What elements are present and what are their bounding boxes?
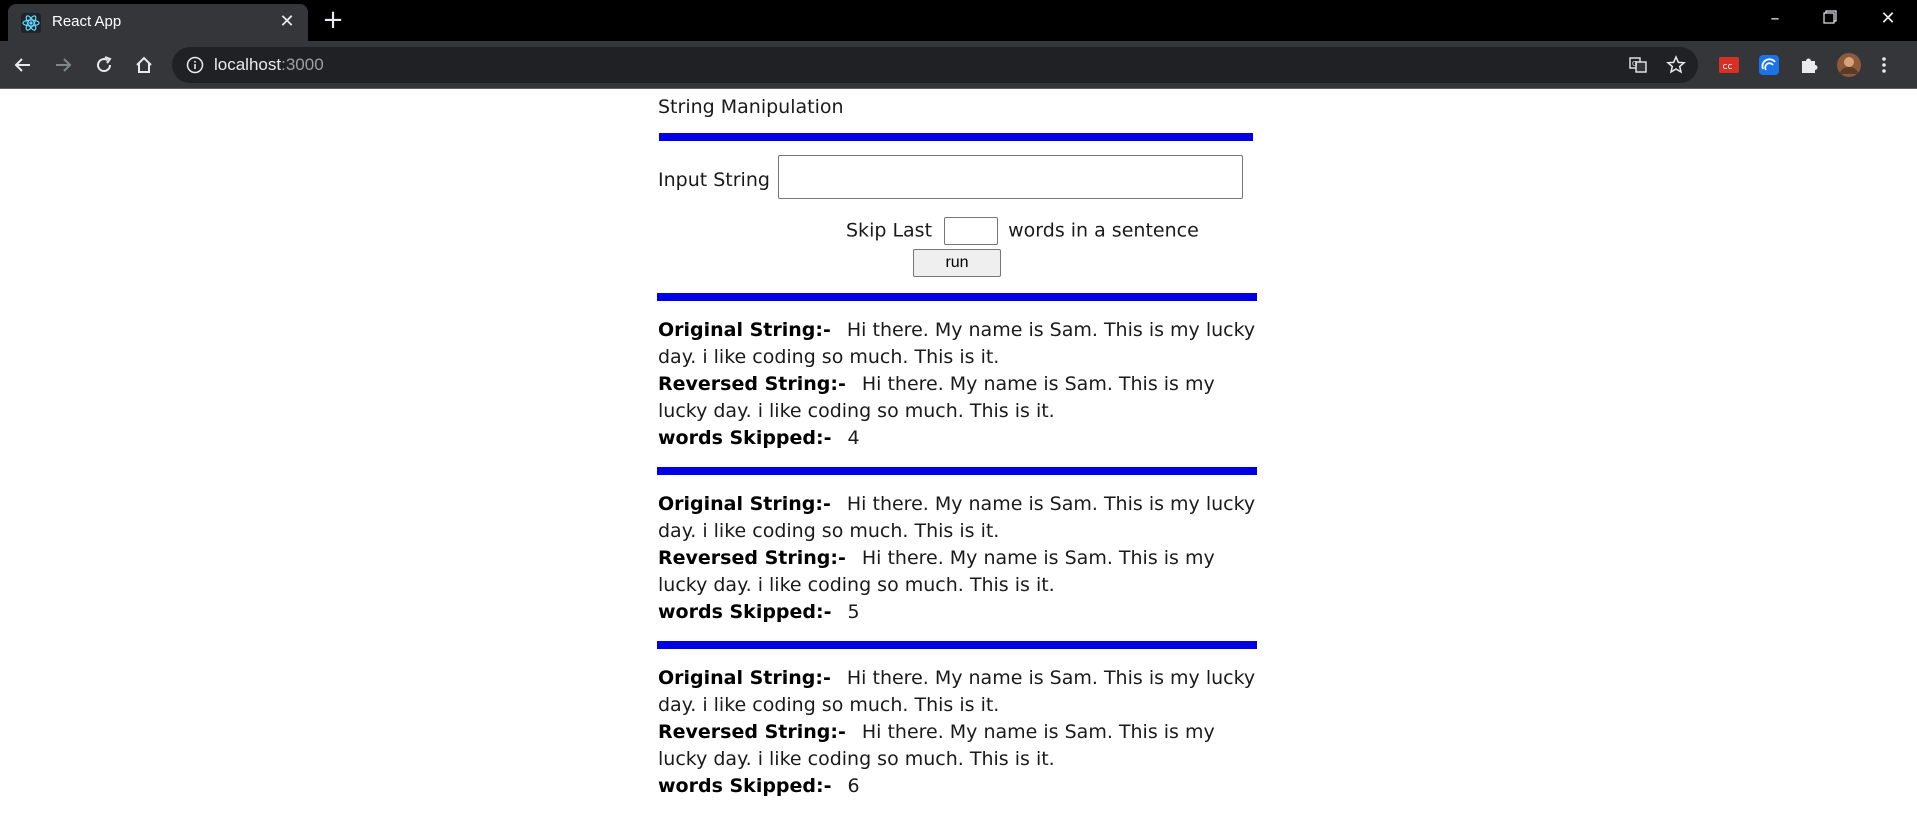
new-tab-icon[interactable]: +: [322, 7, 344, 33]
skip-row: Skip Last words in a sentence: [846, 217, 1199, 245]
skip-last-label: Skip Last: [846, 219, 933, 242]
result-block: Original String:- Hi there. My name is Sa…: [658, 665, 1258, 800]
result-block: Original String:- Hi there. My name is Sa…: [658, 317, 1258, 452]
close-window-icon[interactable]: ✕: [1875, 6, 1901, 32]
react-logo-icon: [21, 13, 41, 33]
original-string-row: Original String:- Hi there. My name is Sa…: [658, 319, 1256, 368]
input-string-label: Input String: [658, 169, 770, 191]
words-skipped-row: words Skipped:- 4: [658, 427, 860, 449]
tab-title: React App: [52, 13, 122, 30]
svg-text:G: G: [1632, 60, 1637, 68]
browser-menu-icon[interactable]: [1878, 52, 1890, 78]
bookmark-star-icon[interactable]: [1666, 55, 1686, 75]
run-button[interactable]: run: [913, 249, 1001, 277]
extensions-puzzle-icon[interactable]: [1796, 52, 1822, 78]
site-info-icon[interactable]: [186, 56, 204, 74]
page-title: String Manipulation: [658, 96, 844, 118]
divider-results: [657, 293, 1257, 301]
extension-wave-icon[interactable]: [1756, 52, 1782, 78]
back-icon[interactable]: [10, 52, 36, 78]
original-string-row: Original String:- Hi there. My name is Sa…: [658, 667, 1256, 716]
address-bar[interactable]: localhost:3000 G: [172, 47, 1698, 83]
reversed-string-row: Reversed String:- Hi there. My name is Sa…: [658, 721, 1215, 770]
divider-result-2: [657, 641, 1257, 649]
browser-tab-bar: React App ✕ + – ✕: [0, 0, 1917, 41]
skip-count-input[interactable]: [944, 217, 999, 245]
skip-suffix-label: words in a sentence: [1008, 219, 1199, 242]
browser-tab[interactable]: React App ✕: [8, 4, 308, 41]
minimize-icon[interactable]: –: [1762, 6, 1788, 32]
divider-result-1: [657, 467, 1257, 475]
original-string-row: Original String:- Hi there. My name is Sa…: [658, 493, 1256, 542]
tab-close-icon[interactable]: ✕: [278, 13, 296, 31]
result-block: Original String:- Hi there. My name is Sa…: [658, 491, 1258, 626]
reversed-string-row: Reversed String:- Hi there. My name is Sa…: [658, 547, 1215, 596]
profile-avatar[interactable]: [1836, 52, 1862, 78]
divider-top: [659, 133, 1253, 141]
reversed-string-row: Reversed String:- Hi there. My name is Sa…: [658, 373, 1215, 422]
input-string-textarea[interactable]: [778, 155, 1243, 199]
forward-icon[interactable]: [50, 52, 76, 78]
translate-icon[interactable]: G: [1628, 55, 1648, 75]
url-text: localhost:3000: [214, 55, 324, 74]
cc-extension-icon[interactable]: cc: [1716, 52, 1742, 78]
words-skipped-row: words Skipped:- 5: [658, 601, 860, 623]
reload-icon[interactable]: [91, 52, 117, 78]
restore-icon[interactable]: [1817, 6, 1843, 32]
home-icon[interactable]: [131, 52, 157, 78]
browser-toolbar: localhost:3000 G cc: [0, 41, 1917, 89]
svg-text:cc: cc: [1723, 62, 1733, 72]
words-skipped-row: words Skipped:- 6: [658, 775, 860, 797]
